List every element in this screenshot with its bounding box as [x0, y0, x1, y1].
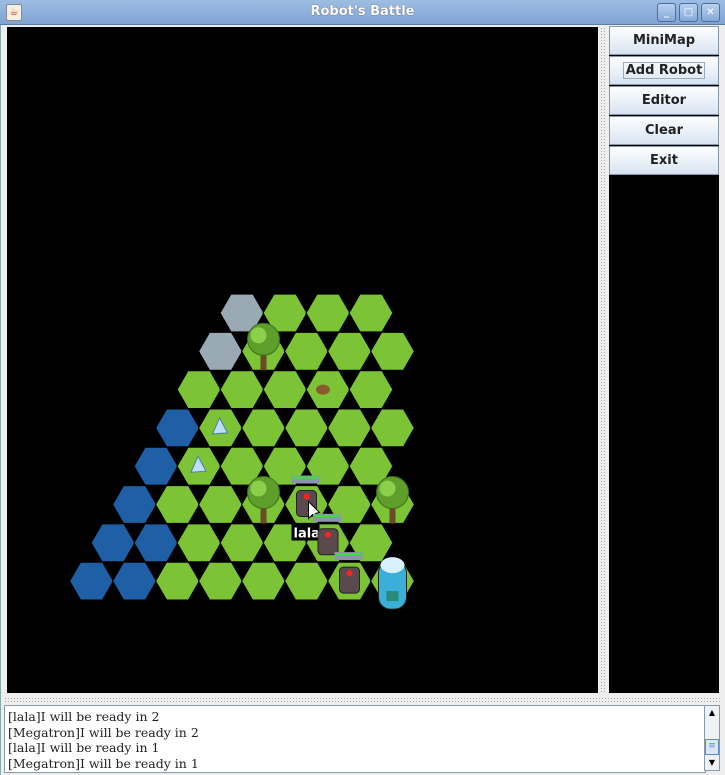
clear-button[interactable]: Clear [609, 116, 719, 145]
hex-tile-water[interactable] [90, 523, 136, 563]
hex-tile-grass[interactable] [262, 370, 308, 410]
hex-tile-stone[interactable] [197, 331, 244, 371]
base-capsule-icon [378, 557, 407, 610]
capsule-dome [380, 557, 405, 574]
hex-tile-grass[interactable] [283, 331, 330, 371]
hex-tile-water[interactable] [111, 484, 158, 525]
window-title: Robot's Battle [310, 4, 415, 19]
hex-tile-grass[interactable] [219, 370, 265, 410]
hex-tile-grass[interactable] [176, 523, 222, 563]
hex-tile-grass[interactable] [326, 331, 373, 371]
horizontal-splitter[interactable] [4, 697, 722, 702]
scroll-up-icon[interactable]: ▲ [705, 706, 719, 720]
hex-tile-grass[interactable] [348, 293, 394, 333]
maximize-icon[interactable]: □ [679, 3, 698, 22]
log-line: [lala]I will be ready in 1 [8, 740, 160, 755]
hex-tile-grass[interactable] [326, 408, 373, 448]
exit-button[interactable]: Exit [609, 146, 719, 175]
hex-tile-water[interactable] [133, 446, 179, 486]
battle-map[interactable]: lala [7, 27, 598, 693]
scroll-down-icon[interactable]: ▼ [705, 756, 719, 770]
hex-tile-grass[interactable] [369, 331, 416, 371]
log-line: [lala]I will be ready in 2 [8, 709, 160, 724]
scroll-thumb[interactable]: ≡ [705, 739, 719, 755]
vertical-splitter[interactable] [600, 27, 606, 693]
add-robot-button[interactable]: Add Robot [609, 56, 719, 85]
hex-tile-grass[interactable] [369, 408, 416, 448]
hex-tile-grass[interactable] [197, 561, 244, 601]
hex-tile-grass[interactable] [154, 561, 201, 601]
hex-tile-water[interactable] [68, 561, 115, 601]
hex-tile-grass[interactable] [283, 408, 330, 448]
minimize-icon[interactable]: _ [657, 3, 676, 22]
hex-tile-grass[interactable] [219, 523, 265, 563]
hex-board[interactable]: lala [7, 27, 598, 693]
hex-tile-grass[interactable] [154, 484, 201, 525]
tree-highlight [250, 327, 267, 344]
hex-tile-grass[interactable] [305, 293, 351, 333]
robot-eye [303, 493, 310, 500]
hex-tile-grass[interactable] [240, 561, 287, 601]
log-scrollbar[interactable]: ▲ ≡ ▼ [704, 705, 720, 771]
hex-tile-grass[interactable] [197, 484, 244, 525]
message-log[interactable]: [lala]I will be ready in 2 [Megatron]I w… [4, 705, 706, 773]
hex-tile-water[interactable] [133, 523, 179, 563]
tree-highlight [250, 480, 267, 497]
health-bar-fill [335, 553, 362, 556]
capsule-panel [386, 591, 399, 602]
rock-icon [316, 384, 330, 395]
health-bar-fill [292, 476, 319, 479]
editor-button[interactable]: Editor [609, 86, 719, 115]
tree-highlight [379, 480, 396, 497]
robot-name-label: lala [294, 527, 320, 542]
robot-eye [325, 531, 331, 538]
hex-tile-grass[interactable] [240, 408, 287, 448]
hex-tile-grass[interactable] [348, 370, 394, 410]
health-bar-fill [314, 514, 340, 517]
minimap-button[interactable]: MiniMap [609, 26, 719, 55]
hex-tile-grass[interactable] [176, 370, 222, 410]
hex-tile-water[interactable] [111, 561, 158, 601]
title-bar: ☕ Robot's Battle _ □ ✕ [0, 0, 725, 25]
log-line: [Megatron]I will be ready in 2 [8, 724, 199, 740]
hex-tile-water[interactable] [154, 408, 201, 448]
close-icon[interactable]: ✕ [701, 3, 720, 22]
hex-tile-grass[interactable] [283, 561, 330, 601]
robot-eye [346, 570, 353, 577]
log-line: [Megatron]I will be ready in 1 [8, 755, 199, 771]
